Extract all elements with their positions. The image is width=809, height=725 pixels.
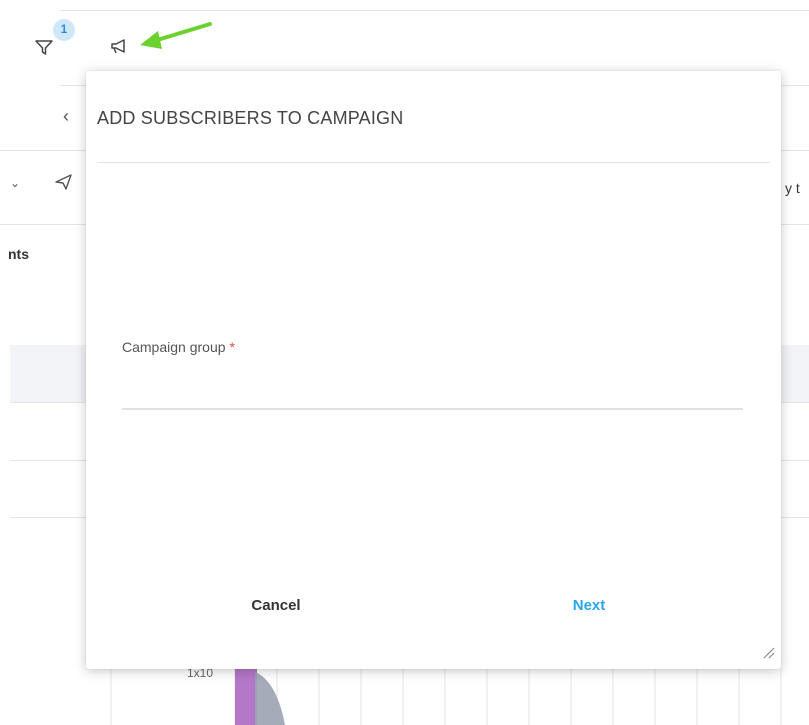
campaign-group-label: Campaign group *	[122, 339, 235, 355]
toolbar-fragment-text: y t	[785, 180, 800, 196]
send-icon[interactable]	[53, 172, 75, 192]
back-chevron-icon[interactable]: ‹	[63, 106, 69, 127]
sidebar-fragment-text: nts	[8, 246, 29, 262]
dialog-title: ADD SUBSCRIBERS TO CAMPAIGN	[97, 108, 404, 128]
next-button[interactable]: Next	[549, 593, 629, 617]
filter-count-badge: 1	[53, 19, 75, 41]
cancel-button[interactable]: Cancel	[236, 593, 316, 617]
campaign-group-underline	[122, 408, 743, 410]
campaign-button[interactable]	[109, 36, 131, 56]
megaphone-icon	[111, 39, 125, 54]
resize-handle-icon[interactable]	[761, 645, 775, 659]
filter-button[interactable]	[33, 36, 55, 58]
required-mark: *	[229, 339, 235, 355]
campaign-group-input[interactable]	[122, 377, 747, 409]
annotation-arrow-icon	[140, 22, 212, 49]
chart-bar	[235, 668, 257, 725]
top-divider	[60, 10, 809, 11]
chart-area-series	[255, 672, 285, 725]
dialog-title-divider	[97, 162, 770, 163]
filter-icon	[35, 40, 53, 55]
campaign-group-label-text: Campaign group	[122, 339, 226, 355]
add-subscribers-dialog: ADD SUBSCRIBERS TO CAMPAIGN Campaign gro…	[86, 71, 781, 669]
chevron-down-icon[interactable]: ⌄	[10, 176, 20, 190]
